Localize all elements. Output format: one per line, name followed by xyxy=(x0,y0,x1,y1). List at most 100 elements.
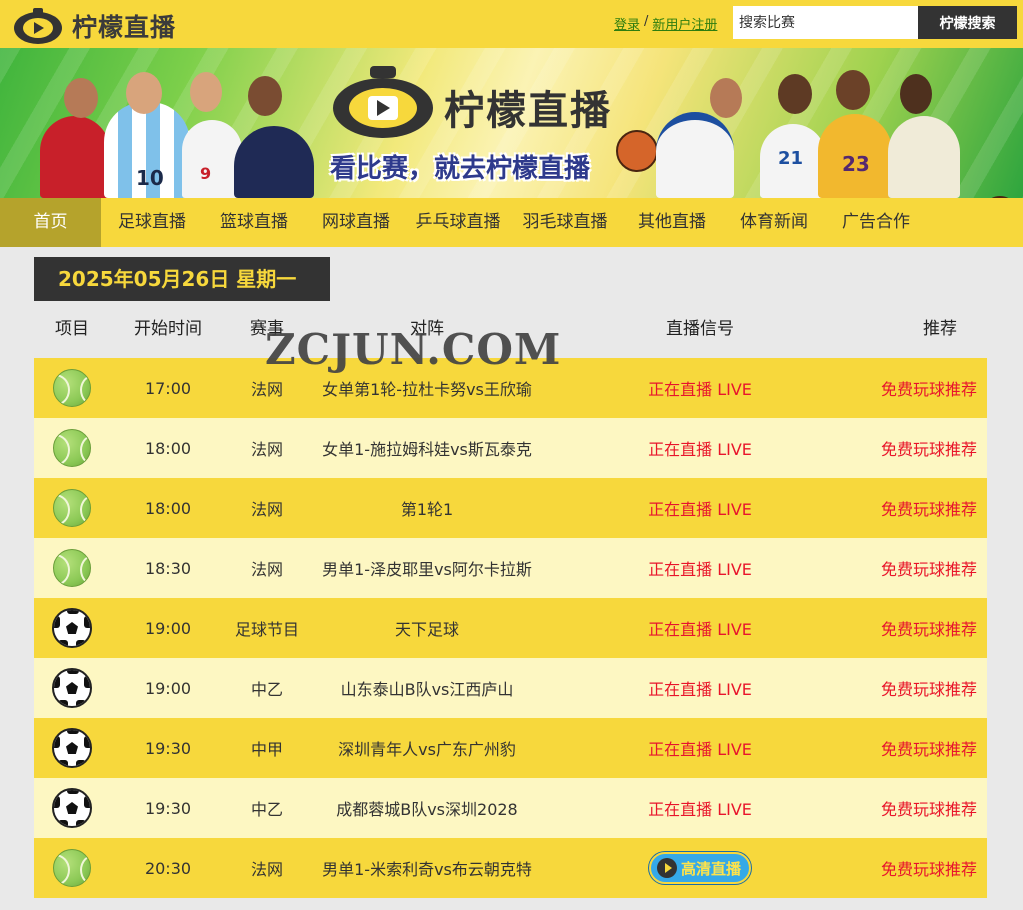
banner-logo-text: 柠檬直播 xyxy=(444,88,612,134)
player-figure-warriors xyxy=(656,112,734,198)
football-patch xyxy=(58,820,68,826)
football-patch xyxy=(54,676,60,688)
football-patch xyxy=(76,760,86,766)
logo-text: 柠檬直播 xyxy=(72,13,177,42)
sport-cell xyxy=(34,788,110,828)
nav-item-table-tennis[interactable]: 乒乓球直播 xyxy=(407,198,509,247)
match-name[interactable]: 男单1-泽皮耶里vs阿尔卡拉斯 xyxy=(308,556,546,580)
live-link[interactable]: 正在直播 LIVE xyxy=(648,560,752,579)
jersey-number: 21 xyxy=(778,148,804,169)
signal-cell: 正在直播 LIVE xyxy=(546,496,854,520)
recommend-link[interactable]: 免费玩球推荐 xyxy=(854,796,987,820)
register-link[interactable]: 新用户注册 xyxy=(652,14,717,33)
match-name[interactable]: 成都蓉城B队vs深圳2028 xyxy=(308,796,546,820)
basketball-icon xyxy=(616,130,658,172)
event-name: 法网 xyxy=(250,380,283,399)
football-patch xyxy=(66,802,78,814)
player-figure-france xyxy=(234,126,314,198)
player-head xyxy=(900,74,932,114)
live-link[interactable]: 正在直播 LIVE xyxy=(648,740,752,759)
recommend-link[interactable]: 免费玩球推荐 xyxy=(854,616,987,640)
table-row: 17:00 法网 女单第1轮-拉杜卡努vs王欣瑜 正在直播 LIVE 免费玩球推荐 xyxy=(34,358,987,418)
player-head xyxy=(836,70,870,110)
football-patch xyxy=(54,616,60,628)
nav-item-basketball[interactable]: 篮球直播 xyxy=(203,198,305,247)
table-row: 18:00 法网 女单1-施拉姆科娃vs斯瓦泰克 正在直播 LIVE 免费玩球推荐 xyxy=(34,418,987,478)
sport-cell xyxy=(34,668,110,708)
live-link[interactable]: 正在直播 LIVE xyxy=(648,380,752,399)
football-patch xyxy=(66,742,78,754)
jersey-number: 23 xyxy=(842,152,870,176)
nav-item-home[interactable]: 首页 xyxy=(0,198,101,247)
live-link[interactable]: 正在直播 LIVE xyxy=(648,620,752,639)
match-name[interactable]: 女单第1轮-拉杜卡努vs王欣瑜 xyxy=(308,376,546,400)
football-icon xyxy=(52,788,92,828)
player-head xyxy=(778,74,812,114)
table-row: 19:30 中乙 成都蓉城B队vs深圳2028 正在直播 LIVE 免费玩球推荐 xyxy=(34,778,987,838)
event-name: 法网 xyxy=(250,440,283,459)
sport-cell xyxy=(34,728,110,768)
hd-stream-button[interactable]: 高清直播 xyxy=(648,852,751,884)
table-row: 18:00 法网 第1轮1 正在直播 LIVE 免费玩球推荐 xyxy=(34,478,987,538)
match-name[interactable]: 男单1-米索利奇vs布云朝克特 xyxy=(308,856,546,880)
event-name: 法网 xyxy=(250,860,283,879)
football-patch xyxy=(67,610,79,614)
match-name[interactable]: 第1轮1 xyxy=(308,496,546,520)
start-time: 18:00 xyxy=(144,438,192,458)
signal-cell: 高清直播 xyxy=(546,852,854,884)
table-row: 19:00 中乙 山东泰山B队vs江西庐山 正在直播 LIVE 免费玩球推荐 xyxy=(34,658,987,718)
start-time: 18:30 xyxy=(144,558,192,578)
football-patch xyxy=(66,682,78,694)
football-patch xyxy=(84,676,90,688)
col-sport: 项目 xyxy=(55,319,89,339)
start-time: 19:30 xyxy=(144,798,192,818)
recommend-link[interactable]: 免费玩球推荐 xyxy=(854,676,987,700)
nav-item-badminton[interactable]: 羽毛球直播 xyxy=(509,198,621,247)
live-link[interactable]: 正在直播 LIVE xyxy=(648,440,752,459)
hero-banner: 10 9 柠檬直播 看比赛，就去柠檬直播 21 23 xyxy=(0,48,1023,198)
tennis-ball-icon xyxy=(53,549,91,587)
site-logo[interactable]: 柠檬直播 xyxy=(12,6,176,46)
recommend-link[interactable]: 免费玩球推荐 xyxy=(854,496,987,520)
football-patch xyxy=(58,640,68,646)
recommend-link[interactable]: 免费玩球推荐 xyxy=(854,736,987,760)
football-patch xyxy=(84,796,90,808)
football-patch xyxy=(54,736,60,748)
player-head xyxy=(64,78,98,118)
nav-item-ads[interactable]: 广告合作 xyxy=(825,198,927,247)
table-row: 20:30 法网 男单1-米索利奇vs布云朝克特 高清直播 免费玩球推荐 xyxy=(34,838,987,898)
recommend-link[interactable]: 免费玩球推荐 xyxy=(854,376,987,400)
event-name: 法网 xyxy=(250,560,283,579)
match-name[interactable]: 山东泰山B队vs江西庐山 xyxy=(308,676,546,700)
hd-stream-label: 高清直播 xyxy=(680,859,741,878)
recommend-link[interactable]: 免费玩球推荐 xyxy=(854,856,987,880)
tennis-ball-icon xyxy=(53,849,91,887)
match-name[interactable]: 女单1-施拉姆科娃vs斯瓦泰克 xyxy=(308,436,546,460)
nav-item-tennis[interactable]: 网球直播 xyxy=(305,198,407,247)
jersey-number: 10 xyxy=(136,166,164,190)
football-patch xyxy=(76,640,86,646)
tennis-ball-icon xyxy=(53,489,91,527)
signal-cell: 正在直播 LIVE xyxy=(546,676,854,700)
recommend-link[interactable]: 免费玩球推荐 xyxy=(854,556,987,580)
event-name: 足球节目 xyxy=(234,620,299,639)
football-patch xyxy=(67,790,79,794)
login-link[interactable]: 登录 xyxy=(614,14,640,33)
nav-item-football[interactable]: 足球直播 xyxy=(101,198,203,247)
sport-cell xyxy=(34,489,110,527)
football-icon xyxy=(52,608,92,648)
schedule-table-header: 项目 开始时间 赛事 对阵 直播信号 推荐 xyxy=(34,306,987,352)
search-input[interactable] xyxy=(733,6,918,39)
live-link[interactable]: 正在直播 LIVE xyxy=(648,680,752,699)
nav-item-news[interactable]: 体育新闻 xyxy=(723,198,825,247)
search-button[interactable]: 柠檬搜索 xyxy=(918,6,1017,39)
player-head xyxy=(248,76,282,116)
match-name[interactable]: 天下足球 xyxy=(308,616,546,640)
live-link[interactable]: 正在直播 LIVE xyxy=(648,800,752,819)
live-link[interactable]: 正在直播 LIVE xyxy=(648,500,752,519)
match-name[interactable]: 深圳青年人vs广东广州豹 xyxy=(308,736,546,760)
recommend-link[interactable]: 免费玩球推荐 xyxy=(854,436,987,460)
nav-item-other[interactable]: 其他直播 xyxy=(621,198,723,247)
football-patch xyxy=(76,820,86,826)
event-name: 中乙 xyxy=(250,800,283,819)
